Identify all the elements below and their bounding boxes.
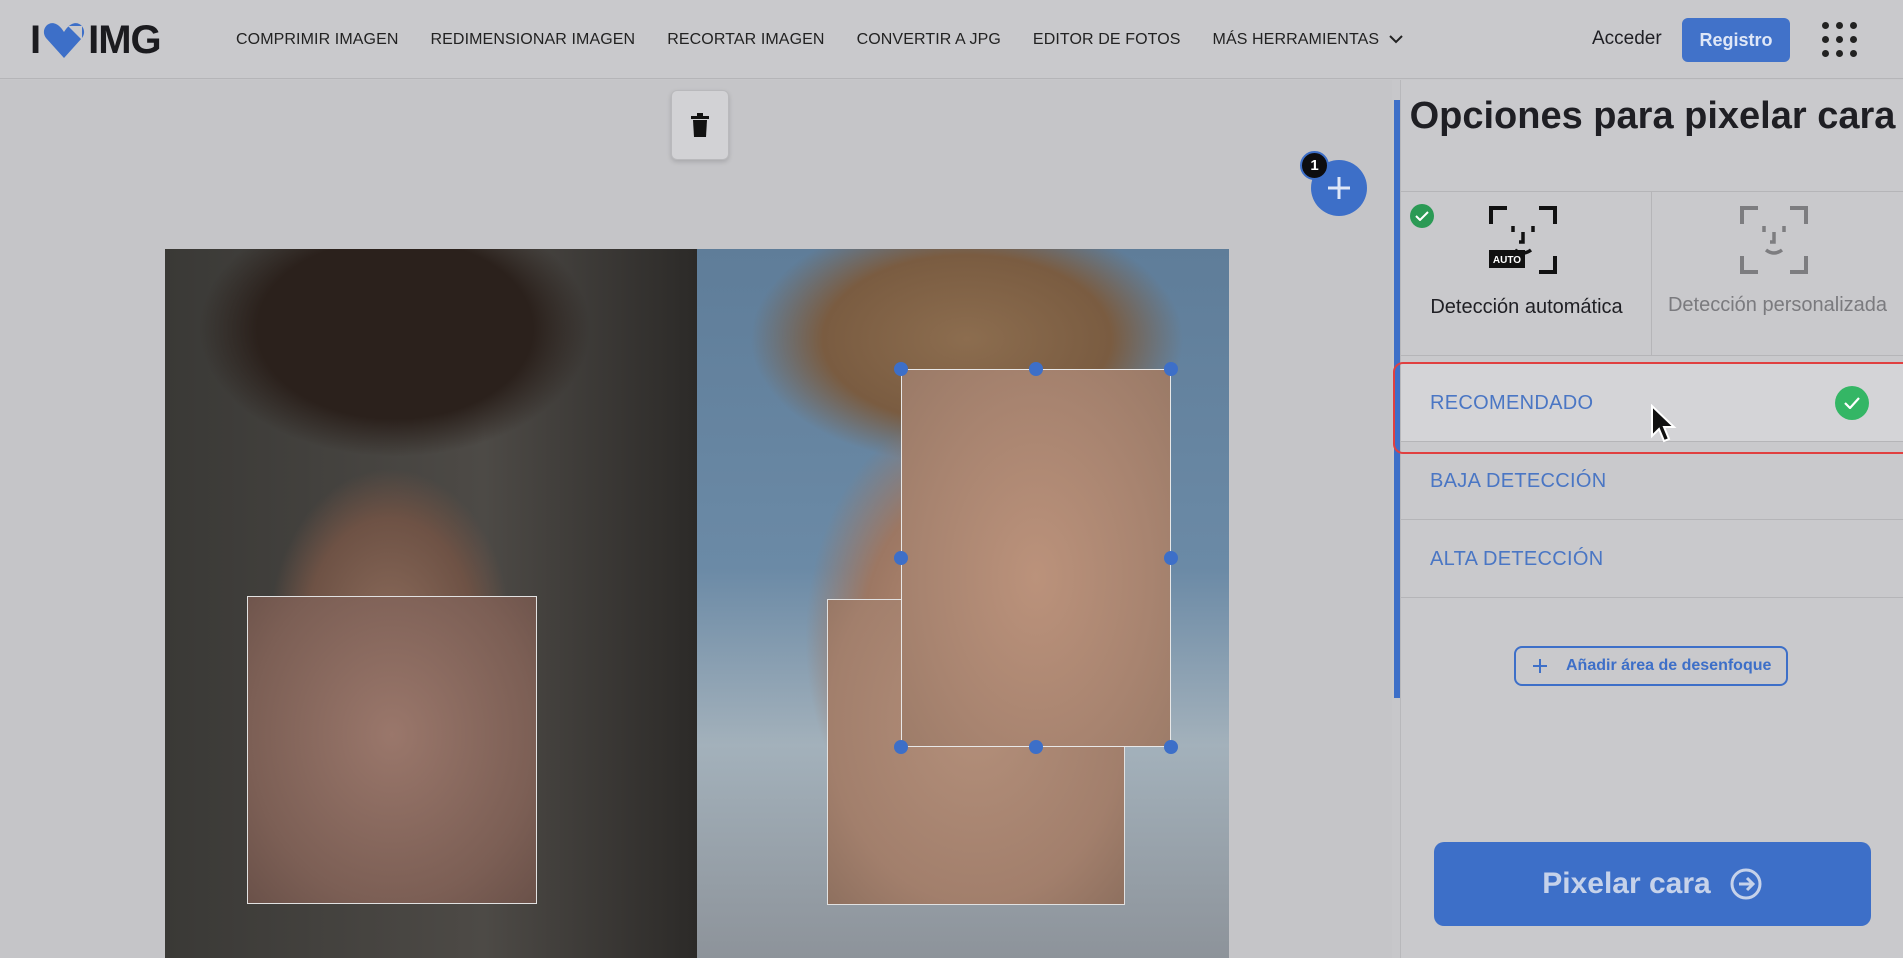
image-preview <box>165 249 1229 958</box>
resize-handle[interactable] <box>1164 551 1178 565</box>
nav-compress-image[interactable]: COMPRIMIR IMAGEN <box>236 31 399 49</box>
pixelate-face-label: Pixelar cara <box>1542 867 1711 900</box>
register-button[interactable]: Registro <box>1682 18 1790 62</box>
resize-handle[interactable] <box>894 551 908 565</box>
resize-handle[interactable] <box>1029 740 1043 754</box>
check-icon <box>1410 204 1434 228</box>
option-low-detection-label: BAJA DETECCIÓN <box>1430 470 1607 492</box>
arrow-right-circle-icon <box>1730 868 1762 900</box>
option-high-detection[interactable]: ALTA DETECCIÓN <box>1401 520 1903 598</box>
pixelate-face-button[interactable]: Pixelar cara <box>1434 842 1871 926</box>
apps-grid-icon[interactable] <box>1822 22 1858 58</box>
add-blur-area-button[interactable]: Añadir área de desenfoque <box>1514 646 1788 686</box>
main-nav: COMPRIMIR IMAGEN REDIMENSIONAR IMAGEN RE… <box>236 0 1435 79</box>
blur-area[interactable] <box>247 596 537 904</box>
auto-label: AUTO <box>1493 255 1521 266</box>
nav-convert-to-jpg[interactable]: CONVERTIR A JPG <box>857 31 1001 49</box>
nav-resize-image[interactable]: REDIMENSIONAR IMAGEN <box>431 31 636 49</box>
heart-icon <box>42 20 86 60</box>
nav-more-tools[interactable]: MÁS HERRAMIENTAS <box>1213 31 1404 49</box>
selection-highlight <box>1393 362 1903 454</box>
plus-icon <box>1328 177 1350 199</box>
mode-auto-label: Detección automática <box>1430 296 1623 318</box>
iloveimg-logo[interactable]: I IMG <box>30 17 162 62</box>
face-custom-detect-icon <box>1740 206 1808 274</box>
resize-handle[interactable] <box>1164 362 1178 376</box>
detection-mode-selector: AUTO Detección automática Detección pers… <box>1401 191 1903 356</box>
options-sidebar: Opciones para pixelar cara AUTO Detecció… <box>1400 80 1903 958</box>
logo-text-img: IMG <box>88 17 162 62</box>
mouse-cursor-icon <box>1651 404 1677 443</box>
nav-more-tools-label: MÁS HERRAMIENTAS <box>1212 30 1380 48</box>
mode-custom-label: Detección personalizada <box>1667 294 1888 316</box>
login-link[interactable]: Acceder <box>1592 28 1662 50</box>
chevron-down-icon <box>1389 35 1403 44</box>
top-navbar: I IMG COMPRIMIR IMAGEN REDIMENSIONAR IMA… <box>0 0 1903 79</box>
face-auto-detect-icon: AUTO <box>1489 206 1557 274</box>
file-count-badge: 1 <box>1300 151 1329 180</box>
sidebar-title: Opciones para pixelar cara <box>1409 95 1896 137</box>
mode-auto-detection[interactable]: AUTO Detección automática <box>1401 192 1652 355</box>
delete-image-button[interactable] <box>671 90 729 160</box>
resize-handle[interactable] <box>894 740 908 754</box>
add-blur-area-label: Añadir área de desenfoque <box>1566 657 1772 674</box>
resize-handle[interactable] <box>1164 740 1178 754</box>
blur-area-selected[interactable] <box>901 369 1171 747</box>
resize-handle[interactable] <box>1029 362 1043 376</box>
plus-icon <box>1533 659 1547 673</box>
logo-text-i: I <box>30 17 41 62</box>
trash-icon <box>691 113 709 137</box>
resize-handle[interactable] <box>894 362 908 376</box>
nav-photo-editor[interactable]: EDITOR DE FOTOS <box>1033 31 1181 49</box>
option-high-detection-label: ALTA DETECCIÓN <box>1430 548 1604 570</box>
nav-crop-image[interactable]: RECORTAR IMAGEN <box>667 31 824 49</box>
mode-custom-detection[interactable]: Detección personalizada <box>1652 192 1903 355</box>
